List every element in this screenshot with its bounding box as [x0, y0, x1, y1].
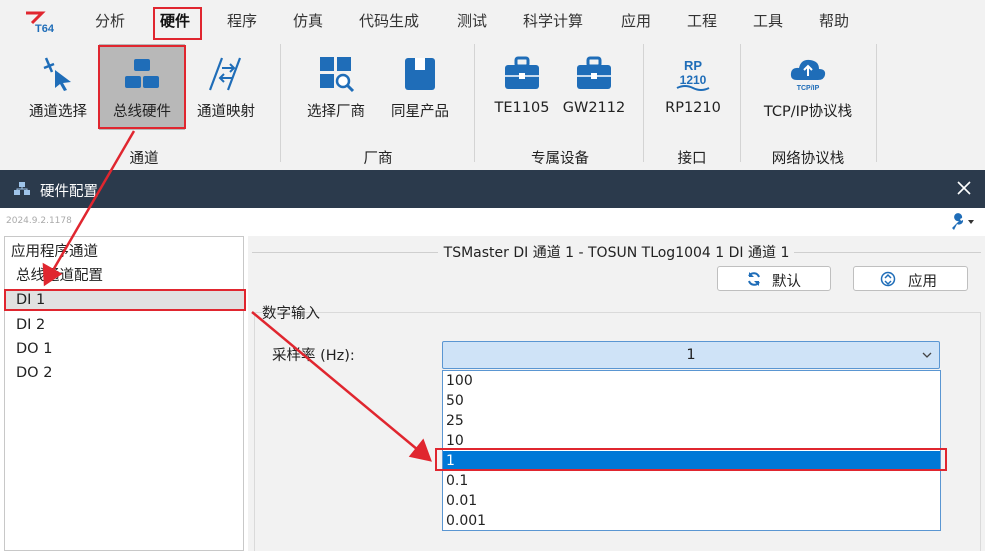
svg-text:1210: 1210 [680, 73, 707, 87]
sample-rate-value: 1 [686, 347, 696, 363]
menu-application[interactable]: 应用 [621, 10, 651, 32]
gw2112-label: GW2112 [562, 100, 626, 116]
tcpip-stack-button[interactable]: TCP/IP TCP/IP协议栈 [758, 44, 858, 130]
channel-mapping-icon [208, 57, 242, 91]
apply-button[interactable]: 应用 [853, 266, 968, 291]
tosun-products-button[interactable]: 同星产品 [384, 44, 456, 130]
apply-icon [880, 271, 896, 287]
rp1210-icon: RP 1210 [676, 58, 710, 91]
ribbon-separator [280, 44, 281, 162]
menu-project[interactable]: 工程 [687, 10, 717, 32]
dialog-toolbar: 2024.9.2.1178 [0, 208, 985, 236]
chevron-down-icon [922, 352, 932, 358]
panel-title: TSMaster DI 通道 1 - TOSUN TLog1004 1 DI 通… [443, 245, 790, 261]
sample-rate-select[interactable]: 1 [442, 341, 940, 369]
group-label-devices: 专属设备 [531, 151, 589, 167]
toolbox-icon [577, 56, 611, 89]
tree-item-bus-channel-config[interactable]: 总线通道配置 [16, 265, 103, 287]
menu-analysis[interactable]: 分析 [95, 10, 125, 32]
dialog-title-bar: 硬件配置 [0, 170, 985, 208]
group-label-channel: 通道 [129, 151, 159, 167]
ribbon-separator [643, 44, 644, 162]
channel-mapping-button[interactable]: 通道映射 [188, 44, 264, 130]
select-vendor-button[interactable]: 选择厂商 [300, 44, 372, 130]
hardware-blocks-icon [125, 59, 159, 88]
channel-tree: 应用程序通道 总线通道配置 DI 1 DI 2 DO 1 DO 2 [4, 236, 244, 551]
hardware-config-icon [14, 182, 30, 195]
rate-option[interactable]: 50 [443, 391, 940, 411]
rate-option[interactable]: 0.001 [443, 511, 940, 531]
version-label: 2024.9.2.1178 [6, 216, 72, 226]
menu-tools[interactable]: 工具 [753, 10, 783, 32]
group-label-interface: 接口 [677, 151, 707, 167]
cloud-tcpip-icon: TCP/IP [790, 59, 826, 92]
menu-simulation[interactable]: 仿真 [293, 10, 323, 32]
app-logo-icon: T64 [26, 11, 54, 34]
product-box-icon [405, 58, 435, 90]
dialog-title: 硬件配置 [40, 184, 98, 200]
rate-option[interactable]: 10 [443, 431, 940, 451]
svg-text:T64: T64 [35, 23, 54, 34]
select-vendor-label: 选择厂商 [307, 104, 365, 120]
vendor-search-icon [320, 57, 355, 93]
menu-program[interactable]: 程序 [227, 10, 257, 32]
wrench-icon[interactable] [949, 213, 975, 231]
tree-item-di1[interactable]: DI 1 [16, 289, 45, 311]
rate-option[interactable]: 0.01 [443, 491, 940, 511]
channel-mapping-label: 通道映射 [197, 104, 255, 120]
ribbon-separator [474, 44, 475, 162]
apply-button-label: 应用 [908, 274, 937, 290]
cursor-pointer-icon [43, 57, 71, 91]
tree-item-app-channels[interactable]: 应用程序通道 [11, 241, 98, 263]
menu-test[interactable]: 测试 [457, 10, 487, 32]
toolbox-icon [505, 56, 539, 89]
sample-rate-dropdown: 100 50 25 10 1 0.1 0.01 0.001 [442, 370, 941, 531]
menu-bar: T64 分析 硬件 程序 仿真 代码生成 测试 科学计算 应用 工程 工具 帮助 [0, 0, 985, 42]
rate-option[interactable]: 100 [443, 371, 940, 391]
gw2112-button[interactable]: GW2112 [560, 44, 628, 130]
close-icon[interactable] [955, 179, 973, 197]
channel-select-label: 通道选择 [29, 104, 87, 120]
tree-item-do2[interactable]: DO 2 [16, 362, 52, 384]
te1105-button[interactable]: TE1105 [488, 44, 556, 130]
group-label-network: 网络协议栈 [771, 151, 845, 167]
svg-text:TCP/IP: TCP/IP [797, 85, 820, 92]
tcpip-stack-label: TCP/IP协议栈 [763, 104, 853, 120]
tree-item-do1[interactable]: DO 1 [16, 338, 52, 360]
rate-option[interactable]: 25 [443, 411, 940, 431]
rate-option-highlighted[interactable]: 1 [443, 451, 940, 471]
menu-codegen[interactable]: 代码生成 [359, 10, 419, 32]
bus-hardware-label: 总线硬件 [113, 104, 171, 120]
menu-scientific[interactable]: 科学计算 [523, 10, 583, 32]
svg-text:RP: RP [684, 58, 702, 73]
refresh-icon [748, 272, 760, 286]
sample-rate-label: 采样率 (Hz): [272, 348, 355, 364]
ribbon-separator [876, 44, 877, 162]
menu-help[interactable]: 帮助 [819, 10, 849, 32]
group-label-vendor: 厂商 [363, 151, 393, 167]
rate-option[interactable]: 0.1 [443, 471, 940, 491]
rp1210-button[interactable]: RP 1210 RP1210 [658, 44, 728, 130]
tosun-products-label: 同星产品 [391, 104, 449, 120]
default-button[interactable]: 默认 [717, 266, 831, 291]
menu-hardware[interactable]: 硬件 [160, 10, 190, 32]
te1105-label: TE1105 [494, 100, 550, 116]
ribbon: T64 分析 硬件 程序 仿真 代码生成 测试 科学计算 应用 工程 工具 帮助… [0, 0, 985, 170]
rp1210-label: RP1210 [665, 100, 721, 116]
ribbon-separator [740, 44, 741, 162]
bus-hardware-button[interactable]: 总线硬件 [99, 44, 185, 130]
digital-input-title: 数字输入 [262, 306, 320, 322]
default-button-label: 默认 [772, 274, 801, 290]
tree-item-di2[interactable]: DI 2 [16, 314, 45, 336]
channel-select-button[interactable]: 通道选择 [20, 44, 96, 130]
